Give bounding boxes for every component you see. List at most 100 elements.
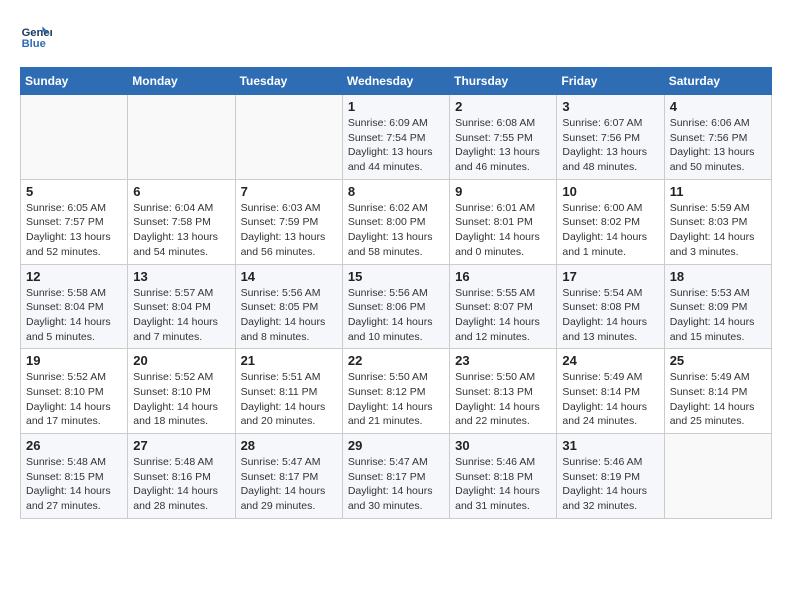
day-info: Sunrise: 5:54 AM Sunset: 8:08 PM Dayligh… [562,286,658,345]
calendar-cell: 31 Sunrise: 5:46 AM Sunset: 8:19 PM Dayli… [557,434,664,519]
day-number: 22 [348,353,444,368]
weekday-header: Saturday [664,68,771,95]
calendar-cell: 16 Sunrise: 5:55 AM Sunset: 8:07 PM Dayli… [450,264,557,349]
calendar-cell [128,95,235,180]
weekday-header: Monday [128,68,235,95]
day-info: Sunrise: 5:47 AM Sunset: 8:17 PM Dayligh… [348,455,444,514]
day-number: 18 [670,269,766,284]
weekday-header: Friday [557,68,664,95]
weekday-header: Tuesday [235,68,342,95]
day-number: 23 [455,353,551,368]
day-info: Sunrise: 5:49 AM Sunset: 8:14 PM Dayligh… [670,370,766,429]
calendar-cell: 24 Sunrise: 5:49 AM Sunset: 8:14 PM Dayli… [557,349,664,434]
day-number: 31 [562,438,658,453]
calendar-cell: 29 Sunrise: 5:47 AM Sunset: 8:17 PM Dayli… [342,434,449,519]
day-number: 13 [133,269,229,284]
day-info: Sunrise: 5:46 AM Sunset: 8:19 PM Dayligh… [562,455,658,514]
day-number: 16 [455,269,551,284]
day-info: Sunrise: 5:56 AM Sunset: 8:05 PM Dayligh… [241,286,337,345]
day-number: 28 [241,438,337,453]
calendar-cell: 27 Sunrise: 5:48 AM Sunset: 8:16 PM Dayli… [128,434,235,519]
calendar-cell [664,434,771,519]
day-number: 15 [348,269,444,284]
day-info: Sunrise: 5:56 AM Sunset: 8:06 PM Dayligh… [348,286,444,345]
day-number: 11 [670,184,766,199]
day-number: 30 [455,438,551,453]
day-number: 3 [562,99,658,114]
day-info: Sunrise: 5:46 AM Sunset: 8:18 PM Dayligh… [455,455,551,514]
calendar-cell: 19 Sunrise: 5:52 AM Sunset: 8:10 PM Dayli… [21,349,128,434]
day-info: Sunrise: 6:00 AM Sunset: 8:02 PM Dayligh… [562,201,658,260]
day-info: Sunrise: 5:55 AM Sunset: 8:07 PM Dayligh… [455,286,551,345]
logo: General Blue [20,20,56,52]
day-number: 29 [348,438,444,453]
day-number: 8 [348,184,444,199]
calendar-cell: 8 Sunrise: 6:02 AM Sunset: 8:00 PM Daylig… [342,179,449,264]
calendar-cell [21,95,128,180]
calendar-cell: 6 Sunrise: 6:04 AM Sunset: 7:58 PM Daylig… [128,179,235,264]
day-number: 5 [26,184,122,199]
day-info: Sunrise: 5:59 AM Sunset: 8:03 PM Dayligh… [670,201,766,260]
calendar-cell: 2Sunrise: 6:08 AM Sunset: 7:55 PM Daylig… [450,95,557,180]
calendar-cell: 7 Sunrise: 6:03 AM Sunset: 7:59 PM Daylig… [235,179,342,264]
day-info: Sunrise: 5:57 AM Sunset: 8:04 PM Dayligh… [133,286,229,345]
calendar-cell: 23Sunrise: 5:50 AM Sunset: 8:13 PM Dayli… [450,349,557,434]
calendar-cell: 4Sunrise: 6:06 AM Sunset: 7:56 PM Daylig… [664,95,771,180]
day-number: 7 [241,184,337,199]
day-info: Sunrise: 5:52 AM Sunset: 8:10 PM Dayligh… [26,370,122,429]
calendar-cell: 10 Sunrise: 6:00 AM Sunset: 8:02 PM Dayli… [557,179,664,264]
day-info: Sunrise: 6:08 AM Sunset: 7:55 PM Dayligh… [455,116,551,175]
calendar-cell: 12Sunrise: 5:58 AM Sunset: 8:04 PM Dayli… [21,264,128,349]
day-number: 14 [241,269,337,284]
day-number: 24 [562,353,658,368]
day-info: Sunrise: 5:52 AM Sunset: 8:10 PM Dayligh… [133,370,229,429]
calendar-cell: 21 Sunrise: 5:51 AM Sunset: 8:11 PM Dayli… [235,349,342,434]
calendar-cell: 17Sunrise: 5:54 AM Sunset: 8:08 PM Dayli… [557,264,664,349]
day-number: 10 [562,184,658,199]
day-number: 27 [133,438,229,453]
day-info: Sunrise: 6:06 AM Sunset: 7:56 PM Dayligh… [670,116,766,175]
day-number: 12 [26,269,122,284]
calendar-cell: 26Sunrise: 5:48 AM Sunset: 8:15 PM Dayli… [21,434,128,519]
day-number: 20 [133,353,229,368]
day-info: Sunrise: 5:48 AM Sunset: 8:16 PM Dayligh… [133,455,229,514]
calendar-cell [235,95,342,180]
calendar-cell: 18Sunrise: 5:53 AM Sunset: 8:09 PM Dayli… [664,264,771,349]
day-info: Sunrise: 5:47 AM Sunset: 8:17 PM Dayligh… [241,455,337,514]
day-info: Sunrise: 6:05 AM Sunset: 7:57 PM Dayligh… [26,201,122,260]
weekday-header: Thursday [450,68,557,95]
day-number: 1 [348,99,444,114]
calendar-cell: 3Sunrise: 6:07 AM Sunset: 7:56 PM Daylig… [557,95,664,180]
day-number: 26 [26,438,122,453]
day-number: 6 [133,184,229,199]
logo-icon: General Blue [20,20,52,52]
day-info: Sunrise: 6:01 AM Sunset: 8:01 PM Dayligh… [455,201,551,260]
day-info: Sunrise: 5:50 AM Sunset: 8:12 PM Dayligh… [348,370,444,429]
day-info: Sunrise: 6:03 AM Sunset: 7:59 PM Dayligh… [241,201,337,260]
calendar-table: SundayMondayTuesdayWednesdayThursdayFrid… [20,67,772,519]
weekday-header: Sunday [21,68,128,95]
calendar-cell: 25Sunrise: 5:49 AM Sunset: 8:14 PM Dayli… [664,349,771,434]
day-info: Sunrise: 5:51 AM Sunset: 8:11 PM Dayligh… [241,370,337,429]
day-number: 19 [26,353,122,368]
day-number: 21 [241,353,337,368]
weekday-header: Wednesday [342,68,449,95]
calendar-cell: 1 Sunrise: 6:09 AM Sunset: 7:54 PM Daylig… [342,95,449,180]
svg-text:Blue: Blue [22,38,46,50]
calendar-header: SundayMondayTuesdayWednesdayThursdayFrid… [21,68,772,95]
calendar-cell: 9 Sunrise: 6:01 AM Sunset: 8:01 PM Daylig… [450,179,557,264]
calendar-cell: 13 Sunrise: 5:57 AM Sunset: 8:04 PM Dayli… [128,264,235,349]
day-info: Sunrise: 5:49 AM Sunset: 8:14 PM Dayligh… [562,370,658,429]
day-info: Sunrise: 6:02 AM Sunset: 8:00 PM Dayligh… [348,201,444,260]
calendar-cell: 15 Sunrise: 5:56 AM Sunset: 8:06 PM Dayli… [342,264,449,349]
day-info: Sunrise: 6:09 AM Sunset: 7:54 PM Dayligh… [348,116,444,175]
day-info: Sunrise: 6:04 AM Sunset: 7:58 PM Dayligh… [133,201,229,260]
page-header: General Blue [20,20,772,52]
day-number: 9 [455,184,551,199]
calendar-cell: 14 Sunrise: 5:56 AM Sunset: 8:05 PM Dayli… [235,264,342,349]
calendar-cell: 22 Sunrise: 5:50 AM Sunset: 8:12 PM Dayli… [342,349,449,434]
calendar-cell: 28 Sunrise: 5:47 AM Sunset: 8:17 PM Dayli… [235,434,342,519]
calendar-cell: 5 Sunrise: 6:05 AM Sunset: 7:57 PM Daylig… [21,179,128,264]
calendar-body: 1 Sunrise: 6:09 AM Sunset: 7:54 PM Daylig… [21,95,772,519]
calendar-cell: 11 Sunrise: 5:59 AM Sunset: 8:03 PM Dayli… [664,179,771,264]
